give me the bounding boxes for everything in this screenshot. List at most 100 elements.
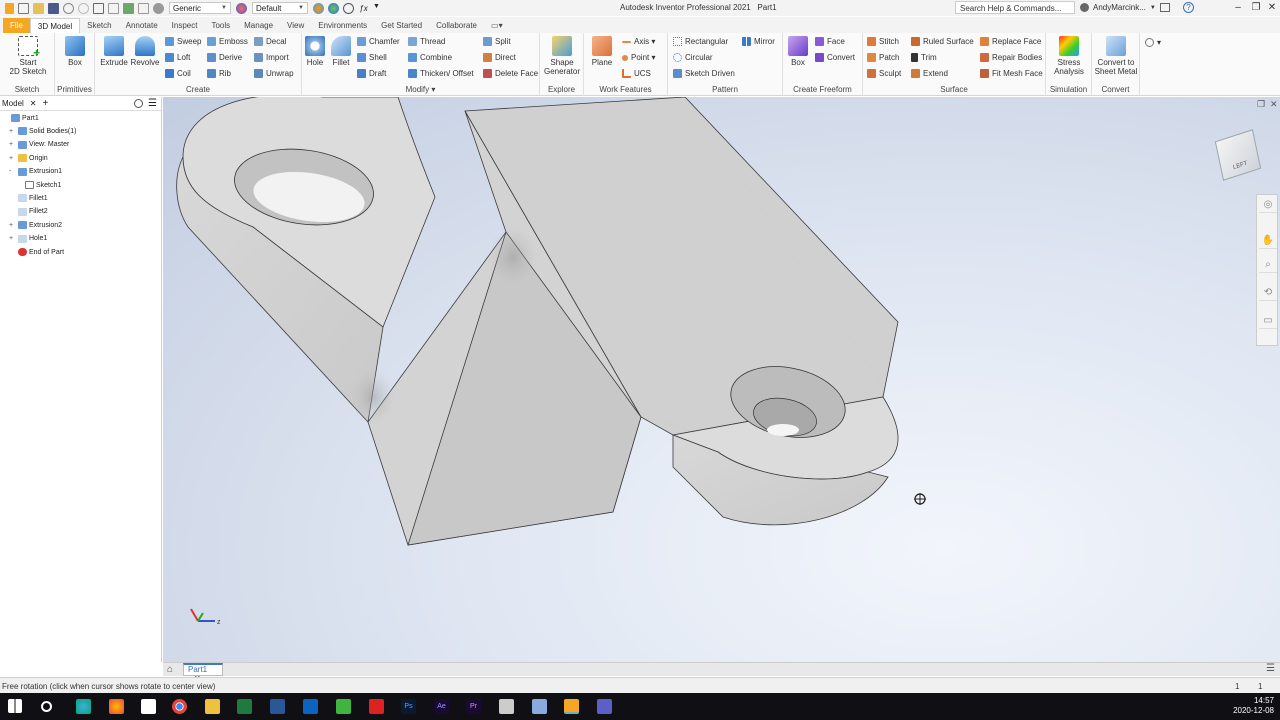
tree-expand-icon[interactable]: + — [9, 141, 16, 148]
tab-view[interactable]: View — [280, 18, 311, 33]
tab-annotate[interactable]: Annotate — [119, 18, 165, 33]
material-dropdown[interactable]: Default ▼ — [252, 2, 308, 14]
tab-manage[interactable]: Manage — [237, 18, 280, 33]
home-icon[interactable] — [93, 2, 104, 14]
stitch-button[interactable]: Stitch — [867, 37, 899, 46]
tree-expand-icon[interactable]: - — [9, 168, 16, 175]
plane-button[interactable]: Plane — [587, 36, 617, 67]
restore-button[interactable]: ❐ — [1249, 2, 1263, 13]
redo-icon[interactable] — [78, 2, 89, 14]
browser-search-icon[interactable] — [134, 99, 143, 108]
tab-collaborate[interactable]: Collaborate — [429, 18, 484, 33]
tree-item[interactable]: + Origin — [9, 154, 48, 163]
camtasia-icon[interactable] — [336, 699, 351, 714]
tree-item[interactable]: Fillet2 — [9, 207, 48, 216]
close-button[interactable]: ✕ — [1265, 2, 1279, 13]
appearance-dropdown[interactable]: Generic ▼ — [169, 2, 231, 14]
point-button[interactable]: Point ▾ — [622, 53, 655, 62]
graphics-viewport[interactable]: z LEFT ❐ ✕ — [163, 97, 1280, 662]
sketch-driven-pattern-button[interactable]: Sketch Driven — [673, 69, 735, 78]
viewport-close-icon[interactable]: ✕ — [1270, 99, 1278, 110]
sketchbook-icon[interactable] — [532, 699, 547, 714]
tree-item[interactable]: + Hole1 — [9, 234, 47, 243]
trim-button[interactable]: Trim — [911, 53, 937, 62]
document-tab-part1[interactable]: Part1 ✕ — [183, 663, 223, 683]
windows-start-icon[interactable] — [8, 699, 22, 713]
new-file-icon[interactable] — [18, 2, 29, 14]
fusion-icon[interactable] — [499, 699, 514, 714]
draft-button[interactable]: Draft — [357, 69, 386, 78]
customize-icon[interactable]: ▼ — [373, 3, 384, 14]
ruled-surface-button[interactable]: Ruled Surface — [911, 37, 974, 46]
user-menu[interactable]: AndyMarcink... ▼ — [1080, 3, 1156, 12]
photoshop-icon[interactable]: Ps — [401, 699, 416, 714]
select-icon[interactable] — [108, 2, 119, 14]
tab-overflow-icon[interactable]: ▭▾ — [484, 18, 510, 33]
tree-expand-icon[interactable]: + — [9, 155, 16, 162]
mirror-button[interactable]: Mirror — [742, 37, 775, 46]
appearance-adjust-icon[interactable] — [328, 2, 339, 14]
color-override-icon[interactable] — [313, 2, 324, 14]
tree-expand-icon[interactable]: + — [9, 235, 16, 242]
start-2d-sketch-button[interactable]: + Start 2D Sketch — [8, 36, 48, 76]
freeform-convert-button[interactable]: Convert — [815, 53, 855, 62]
freeform-box-button[interactable]: Box — [786, 36, 810, 67]
outlook-icon[interactable] — [303, 699, 318, 714]
fit-mesh-face-button[interactable]: Fit Mesh Face — [980, 69, 1043, 78]
steering-wheel-icon[interactable]: ◎ — [1259, 197, 1277, 213]
rectangular-pattern-button[interactable]: Rectangular — [673, 37, 728, 46]
hole-button[interactable]: Hole — [303, 36, 327, 67]
pan-icon[interactable]: ✋ — [1259, 233, 1277, 249]
tree-item[interactable]: - Extrusion1 — [9, 167, 62, 176]
browser-close-icon[interactable]: ✕ — [30, 99, 37, 108]
home-tab-icon[interactable]: ⌂ — [167, 664, 173, 675]
fx-parameters-icon[interactable]: ƒx — [358, 3, 369, 14]
thread-button[interactable]: Thread — [408, 37, 445, 46]
part-model[interactable]: z — [163, 97, 1280, 662]
tree-item[interactable]: Sketch1 — [16, 181, 61, 189]
save-icon[interactable] — [48, 2, 59, 14]
minimize-button[interactable]: – — [1231, 2, 1245, 13]
axis-button[interactable]: Axis ▾ — [622, 37, 655, 46]
rib-button[interactable]: Rib — [207, 69, 231, 78]
update-icon[interactable] — [123, 2, 134, 14]
zoom-icon[interactable]: ⌕ — [1259, 257, 1277, 273]
measure-icon[interactable] — [138, 2, 149, 14]
extend-button[interactable]: Extend — [911, 69, 948, 78]
clear-appearance-icon[interactable] — [343, 2, 354, 14]
look-at-icon[interactable]: ▭ — [1259, 313, 1277, 329]
unwrap-button[interactable]: Unwrap — [254, 69, 294, 78]
loft-button[interactable]: Loft — [165, 53, 190, 62]
coil-button[interactable]: Coil — [165, 69, 191, 78]
chrome-icon[interactable] — [172, 699, 187, 714]
tree-item[interactable]: + Extrusion2 — [9, 221, 62, 230]
box-primitive-button[interactable]: Box — [61, 36, 89, 67]
browser-add-icon[interactable]: + — [43, 98, 49, 109]
tab-environments[interactable]: Environments — [311, 18, 374, 33]
chamfer-button[interactable]: Chamfer — [357, 37, 400, 46]
derive-button[interactable]: Derive — [207, 53, 242, 62]
paint-icon[interactable] — [109, 699, 124, 714]
search-input[interactable]: Search Help & Commands... — [955, 1, 1075, 14]
freeform-face-button[interactable]: Face — [815, 37, 845, 46]
excel-icon[interactable] — [237, 699, 252, 714]
patch-button[interactable]: Patch — [867, 53, 899, 62]
sweep-button[interactable]: Sweep — [165, 37, 201, 46]
repair-bodies-button[interactable]: Repair Bodies — [980, 53, 1042, 62]
open-folder-icon[interactable] — [33, 2, 44, 14]
tab-list-icon[interactable]: ☰ — [1266, 663, 1275, 674]
tree-item[interactable]: + Solid Bodies(1) — [9, 127, 76, 136]
shape-generator-button[interactable]: Shape Generator — [542, 36, 582, 76]
tree-expand-icon[interactable]: + — [9, 128, 16, 135]
ribbon-options-button[interactable]: ▾ — [1145, 38, 1161, 47]
word-icon[interactable] — [270, 699, 285, 714]
emboss-button[interactable]: Emboss — [207, 37, 248, 46]
import-button[interactable]: Import — [254, 53, 289, 62]
orbit-icon[interactable]: ⟲ — [1259, 285, 1277, 301]
search-taskbar-icon[interactable] — [41, 701, 52, 712]
revolve-button[interactable]: Revolve — [129, 36, 161, 67]
convert-to-sheet-metal-button[interactable]: Convert to Sheet Metal — [1094, 36, 1138, 76]
shell-button[interactable]: Shell — [357, 53, 387, 62]
tab-file[interactable]: File — [3, 18, 30, 33]
system-clock[interactable]: 14:57 2020-12-08 — [1233, 696, 1274, 716]
